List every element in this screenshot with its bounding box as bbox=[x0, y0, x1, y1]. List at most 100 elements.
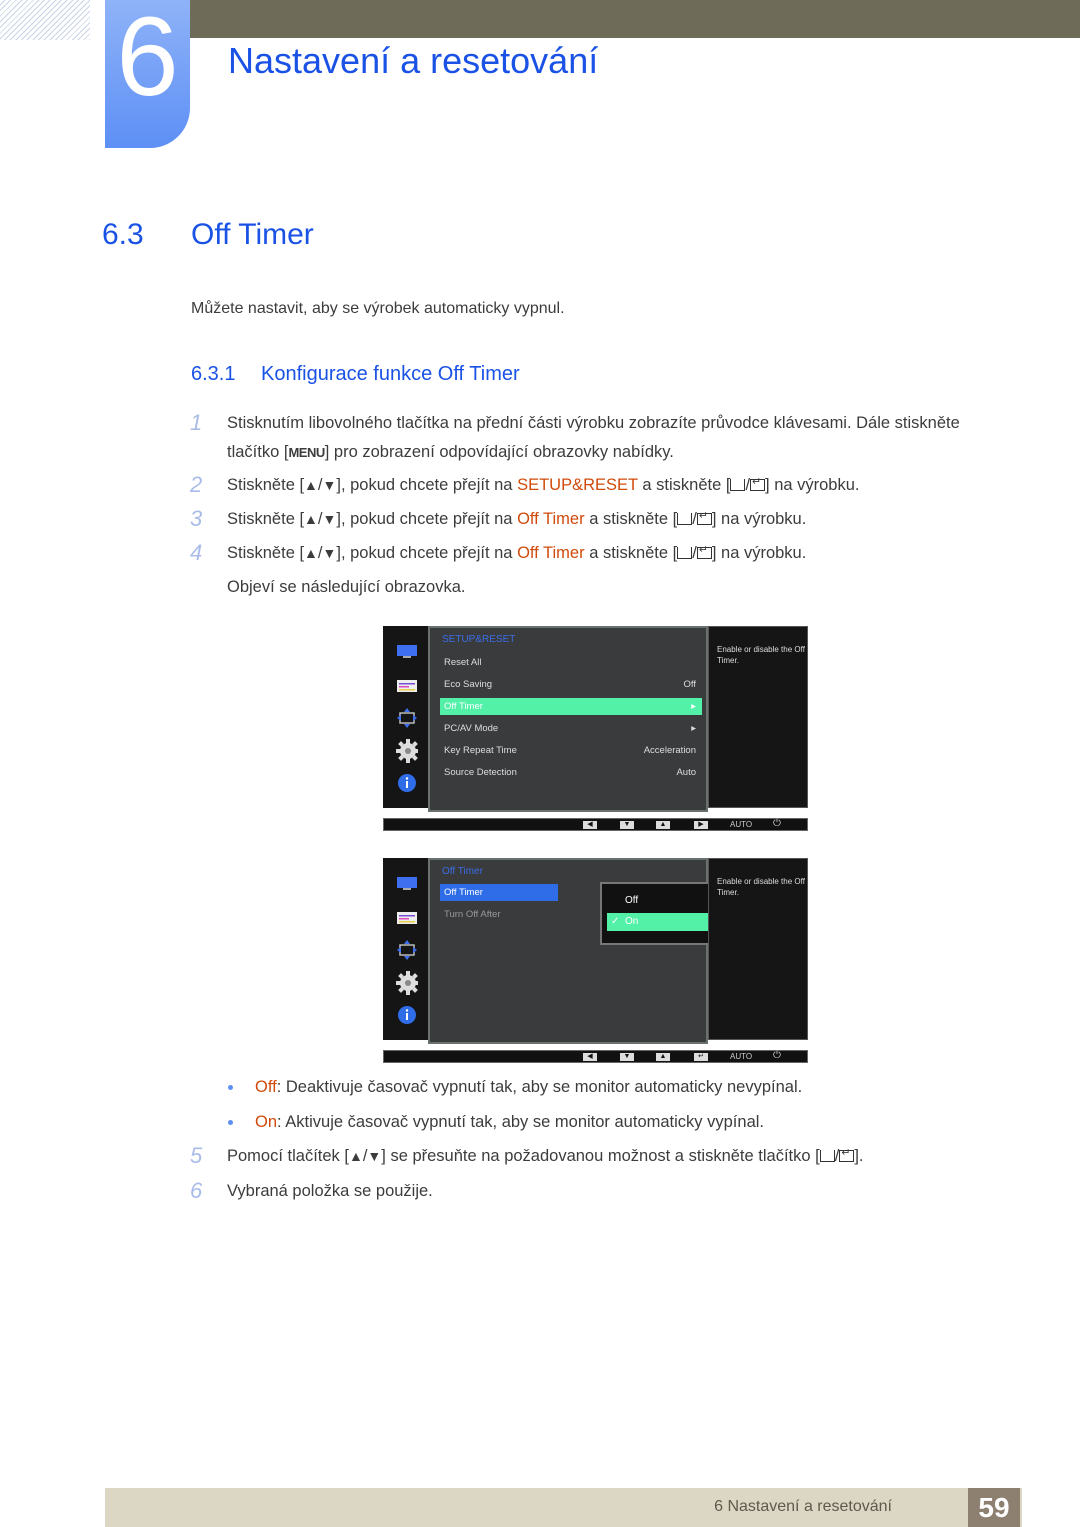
up-arrow-icon: ▲ bbox=[304, 511, 318, 527]
text: a stiskněte [ bbox=[637, 476, 731, 494]
source-icon bbox=[677, 513, 693, 525]
down-key-icon[interactable]: ▼ bbox=[620, 1053, 634, 1061]
menu-item-reset-all[interactable]: Reset All bbox=[440, 654, 702, 671]
text: Stiskněte [ bbox=[227, 476, 305, 494]
up-key-icon[interactable]: ▲ bbox=[656, 1053, 670, 1061]
target-off-timer: Off Timer bbox=[517, 544, 585, 562]
picture-icon bbox=[397, 645, 417, 658]
step-number: 5 bbox=[190, 1143, 203, 1168]
text: ] na výrobku. bbox=[765, 476, 860, 494]
enter-icon bbox=[839, 1146, 855, 1162]
enter-icon bbox=[750, 475, 766, 491]
menu-item-label: Source Detection bbox=[444, 767, 517, 778]
left-key-icon[interactable]: ◀ bbox=[583, 821, 597, 829]
up-key-icon[interactable]: ▲ bbox=[656, 821, 670, 829]
power-icon[interactable]: ⏻ bbox=[773, 818, 781, 829]
chapter-number: 6 bbox=[116, 0, 179, 119]
section-intro: Můžete nastavit, aby se výrobek automati… bbox=[191, 300, 565, 317]
text: ] na výrobku. bbox=[711, 544, 807, 562]
osd-help-text: Enable or disable the Off Timer. bbox=[717, 645, 805, 665]
osd-menu: Off Timer Off Timer Turn Off After Off ✓… bbox=[428, 858, 745, 1044]
enter-icon bbox=[696, 509, 712, 525]
text: ]. bbox=[854, 1147, 864, 1165]
osd-help-panel: Enable or disable the Off Timer. bbox=[708, 626, 808, 808]
down-key-icon[interactable]: ▼ bbox=[620, 821, 634, 829]
enter-icon bbox=[696, 543, 712, 559]
page-footer: 6 Nastavení a resetování bbox=[105, 1488, 1022, 1527]
step-number: 6 bbox=[190, 1178, 203, 1203]
menu-item-value: Off bbox=[683, 679, 697, 690]
menu-item-eco-saving[interactable]: Eco Saving Off bbox=[440, 676, 702, 693]
menu-item-off-timer[interactable]: Off Timer ▸ bbox=[440, 698, 702, 715]
bullet-text: : Aktivuje časovač vypnutí tak, aby se m… bbox=[277, 1113, 764, 1131]
osd-menu-title: Off Timer bbox=[442, 866, 483, 877]
bullet-dot bbox=[228, 1085, 233, 1090]
step-text-line2: tlačítko [MENU] pro zobrazení odpovídají… bbox=[227, 443, 674, 462]
auto-key[interactable]: AUTO bbox=[730, 1051, 752, 1063]
submenu-arrow-icon: ▸ bbox=[691, 723, 696, 734]
osd-sidebar bbox=[383, 858, 428, 1040]
bullet-dot bbox=[228, 1120, 233, 1125]
text: Stiskněte [ bbox=[227, 510, 305, 528]
text: ] pro zobrazení odpovídající obrazovky n… bbox=[324, 443, 674, 461]
step-number: 1 bbox=[190, 410, 203, 435]
picture-icon bbox=[397, 877, 417, 890]
osd-menu: SETUP&RESET Reset All Eco Saving Off Off … bbox=[428, 626, 708, 812]
step-text: Stiskněte [▲/▼], pokud chcete přejít na … bbox=[227, 543, 807, 563]
step-text: Stiskněte [▲/▼], pokud chcete přejít na … bbox=[227, 475, 860, 495]
target-off-timer: Off Timer bbox=[517, 510, 585, 528]
osd-key-guide: ◀ ▼ ▲ ↵ AUTO ⏻ bbox=[383, 1050, 808, 1063]
text: a stiskněte [ bbox=[584, 544, 678, 562]
right-key-icon[interactable]: ▶ bbox=[694, 821, 708, 829]
text: a stiskněte [ bbox=[584, 510, 678, 528]
header-bar bbox=[190, 0, 1080, 38]
size-position-icon bbox=[397, 940, 417, 960]
menu-item-source-detection[interactable]: Source Detection Auto bbox=[440, 764, 702, 781]
onscreen-display-icon bbox=[397, 912, 417, 924]
bullet-key: On bbox=[255, 1113, 278, 1131]
information-icon bbox=[398, 1006, 416, 1024]
step-text: Vybraná položka se použije. bbox=[227, 1182, 433, 1200]
subsection-number: 6.3.1 bbox=[191, 363, 236, 385]
menu-item-pc-av-mode[interactable]: PC/AV Mode ▸ bbox=[440, 720, 702, 737]
up-arrow-icon: ▲ bbox=[304, 545, 318, 561]
osd-menu-title: SETUP&RESET bbox=[442, 634, 516, 645]
section-number: 6.3 bbox=[102, 218, 144, 251]
text: ] se přesuňte na požadovanou možnost a s… bbox=[381, 1147, 820, 1165]
page-number: 59 bbox=[968, 1488, 1020, 1527]
source-icon bbox=[819, 1150, 835, 1162]
menu-item-label: Key Repeat Time bbox=[444, 745, 517, 756]
menu-key: MENU bbox=[288, 445, 325, 460]
option-label: On bbox=[625, 916, 639, 927]
setup-gear-icon bbox=[396, 971, 418, 995]
information-icon bbox=[398, 774, 416, 792]
bullet-key: Off bbox=[255, 1078, 277, 1096]
osd-help-text: Enable or disable the Off Timer. bbox=[717, 877, 805, 897]
target-setup-reset: SETUP&RESET bbox=[517, 476, 638, 494]
text: ], pokud chcete přejít na bbox=[336, 476, 518, 494]
text: ], pokud chcete přejít na bbox=[336, 510, 518, 528]
text: ] na výrobku. bbox=[711, 510, 807, 528]
osd-screen-off-timer: Off Timer Off Timer Turn Off After Off ✓… bbox=[383, 858, 808, 1064]
size-position-icon bbox=[397, 708, 417, 728]
auto-key[interactable]: AUTO bbox=[730, 819, 752, 831]
left-key-icon[interactable]: ◀ bbox=[583, 1053, 597, 1061]
menu-item-label: Reset All bbox=[444, 657, 482, 668]
menu-item-value: Acceleration bbox=[643, 745, 696, 756]
menu-item-label: Turn Off After bbox=[444, 909, 501, 920]
step-text: Stisknutím libovolného tlačítka na předn… bbox=[227, 414, 960, 432]
menu-item-off-timer[interactable]: Off Timer bbox=[440, 884, 558, 901]
text: tlačítko [ bbox=[227, 443, 289, 461]
power-icon[interactable]: ⏻ bbox=[773, 1050, 781, 1061]
bullet-on: On: Aktivuje časovač vypnutí tak, aby se… bbox=[228, 1113, 764, 1132]
osd-key-guide: ◀ ▼ ▲ ▶ AUTO ⏻ bbox=[383, 818, 808, 831]
onscreen-display-icon bbox=[397, 680, 417, 692]
subsection-title: Konfigurace funkce Off Timer bbox=[261, 363, 520, 385]
footer-chapter-text: 6 Nastavení a resetování bbox=[714, 1498, 892, 1515]
enter-key-icon[interactable]: ↵ bbox=[694, 1053, 708, 1061]
down-arrow-icon: ▼ bbox=[367, 1148, 382, 1164]
step-text: Stiskněte [▲/▼], pokud chcete přejít na … bbox=[227, 509, 807, 529]
down-arrow-icon: ▼ bbox=[322, 511, 337, 527]
menu-item-key-repeat-time[interactable]: Key Repeat Time Acceleration bbox=[440, 742, 702, 759]
menu-item-label: Eco Saving bbox=[444, 679, 493, 690]
